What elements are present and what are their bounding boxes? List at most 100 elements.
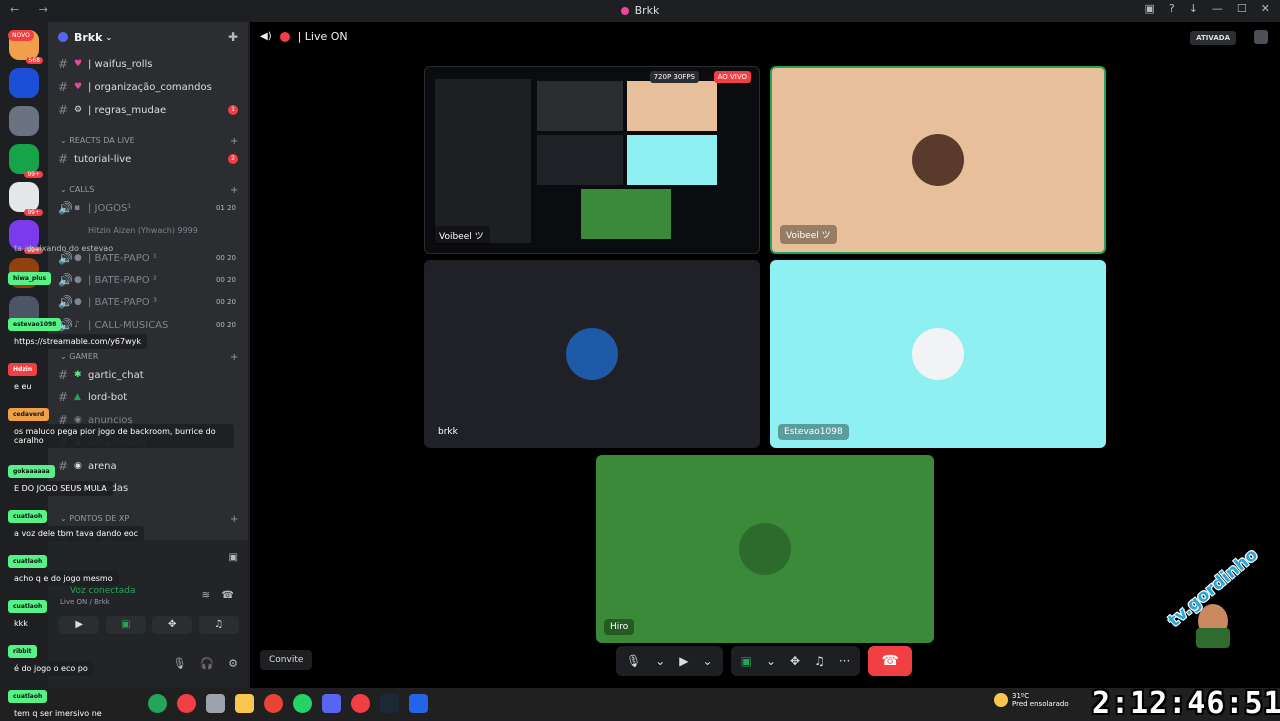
voice-status[interactable]: Voz conectada bbox=[70, 586, 135, 596]
stream-quality-badge: 720P 30FPS bbox=[649, 71, 699, 83]
category-pontos-xp[interactable]: ⌄ PONTOS DE XP + bbox=[60, 514, 238, 525]
channel-tutorial-live[interactable]: # tutorial-live 2 bbox=[58, 149, 244, 169]
stream-preview bbox=[537, 135, 623, 185]
voice-channel-bate-papo-1[interactable]: 🔊 ● | BATE-PAPO ¹ 00 20 bbox=[58, 248, 244, 268]
add-member-icon[interactable]: ✚ bbox=[228, 30, 238, 44]
category-reacts[interactable]: ⌄ REACTS DA LIVE + bbox=[60, 136, 238, 147]
voice-channel-bate-papo-2[interactable]: 🔊 ● | BATE-PAPO ² 00 20 bbox=[58, 270, 244, 290]
discord-icon[interactable] bbox=[322, 694, 341, 713]
invite-button[interactable]: Convite bbox=[260, 650, 313, 670]
participant-tile[interactable]: Hiro bbox=[596, 455, 934, 643]
activities-button[interactable]: ✥ bbox=[152, 616, 193, 634]
channel-dreamteam[interactable]: # ◉ dreamteam bbox=[58, 433, 244, 453]
gear-icon: ⚙ bbox=[74, 105, 83, 115]
add-channel-icon[interactable]: + bbox=[230, 352, 238, 363]
app-icon[interactable] bbox=[177, 694, 196, 713]
stream-preview bbox=[627, 81, 717, 131]
server-header[interactable]: Brkk ⌄ ✚ bbox=[48, 22, 248, 52]
participant-tile[interactable]: Voibeel ツ bbox=[770, 66, 1106, 254]
activity-status-badge[interactable]: ATIVADA bbox=[1190, 31, 1236, 45]
more-icon[interactable]: ··· bbox=[839, 654, 850, 668]
stream-sidebar-preview bbox=[435, 79, 531, 243]
close-icon[interactable]: ✕ bbox=[1261, 2, 1270, 15]
voice-channel-bate-papo-3[interactable]: 🔊 ● | BATE-PAPO ³ 00 20 bbox=[58, 292, 244, 312]
music-icon: ♪ bbox=[74, 320, 80, 330]
settings-gear-icon[interactable]: ⚙ bbox=[228, 657, 238, 670]
participant-tile[interactable]: brkk bbox=[424, 260, 760, 448]
inbox-icon[interactable]: ▣ bbox=[1144, 2, 1154, 15]
server-icon[interactable]: 99+ bbox=[9, 144, 43, 178]
folder-icon[interactable] bbox=[235, 694, 254, 713]
disconnect-icon[interactable]: ☎ bbox=[222, 590, 234, 601]
screen-share-button[interactable]: ▣ bbox=[105, 616, 146, 634]
server-icon[interactable]: 99+ bbox=[9, 182, 43, 216]
category-calls[interactable]: ⌄ CALLS + bbox=[60, 185, 238, 196]
unread-badge: 2 bbox=[228, 154, 238, 164]
add-channel-icon[interactable]: + bbox=[230, 136, 238, 147]
channel-waifus-rolls[interactable]: # ♥ | waifus_rolls bbox=[58, 54, 244, 74]
channel-arena[interactable]: # ◉ arena bbox=[58, 456, 244, 476]
channel-regras-mudae[interactable]: # ⚙ | regras_mudae 1 bbox=[58, 100, 244, 120]
channel-organizacao-comandos[interactable]: # ♥ | organização_comandos bbox=[58, 77, 244, 97]
steam-icon[interactable] bbox=[380, 694, 399, 713]
user-controls: 🎙 🎧 ⚙ bbox=[172, 657, 238, 670]
help-icon[interactable]: ? bbox=[1169, 2, 1175, 15]
live-badge: AO VIVO bbox=[713, 71, 751, 83]
app-icon[interactable] bbox=[409, 694, 428, 713]
server-icon[interactable] bbox=[9, 106, 39, 136]
channel-lord-bot[interactable]: # ▲ lord-bot bbox=[58, 387, 244, 407]
speaker-icon: 🔊 bbox=[58, 251, 73, 265]
voice-channel-musicas[interactable]: 🔊 ♪ | CALL-MUSICAS 00 20 bbox=[58, 315, 244, 335]
stream-preview-icon[interactable]: ▣ bbox=[229, 552, 238, 563]
stream-tile[interactable]: 720P 30FPS AO VIVO Voibeel ツ bbox=[424, 66, 760, 254]
hash-icon: # bbox=[58, 80, 69, 94]
server-icon[interactable]: 99+ bbox=[9, 220, 43, 254]
add-channel-icon[interactable]: + bbox=[230, 185, 238, 196]
stage-title: | Live ON bbox=[297, 30, 348, 43]
noise-suppression-icon[interactable]: ≋ bbox=[202, 590, 210, 601]
soundboard-icon[interactable]: ♫ bbox=[814, 654, 825, 668]
voice-channel-jogos[interactable]: 🔊 ▪ | JOGOS¹ 01 20 bbox=[58, 198, 244, 218]
maximize-icon[interactable]: ☐ bbox=[1237, 2, 1247, 15]
app-icon[interactable] bbox=[351, 694, 370, 713]
participant-tile[interactable]: Estevao1098 bbox=[770, 260, 1106, 448]
popout-icon[interactable] bbox=[1254, 30, 1268, 44]
download-icon[interactable]: ↓ bbox=[1189, 2, 1198, 15]
weather-widget[interactable]: 31ºC Pred ensolarado bbox=[994, 692, 1069, 708]
app-icon[interactable] bbox=[206, 694, 225, 713]
activities-icon[interactable]: ✥ bbox=[790, 654, 800, 668]
server-icon[interactable] bbox=[9, 68, 39, 98]
channel-anuncios[interactable]: # ◉ anuncios bbox=[58, 410, 244, 430]
stage-header: ◀) | Live ON bbox=[260, 30, 348, 43]
camera-button[interactable]: ▶ bbox=[59, 616, 100, 634]
mic-icon[interactable]: 🎙 bbox=[626, 654, 641, 668]
app-icon[interactable] bbox=[148, 694, 167, 713]
chevron-down-icon[interactable]: ⌄ bbox=[655, 654, 665, 668]
stream-preview bbox=[581, 189, 671, 239]
camera-off-icon[interactable]: ▶ bbox=[679, 654, 688, 668]
server-icon[interactable] bbox=[9, 296, 39, 326]
soundboard-button[interactable]: ♫ bbox=[198, 616, 239, 634]
chrome-icon[interactable] bbox=[264, 694, 283, 713]
avatar bbox=[739, 523, 791, 575]
voice-member[interactable]: Hitzin Aizen (Yhwach) 9999 bbox=[88, 220, 238, 240]
whatsapp-icon[interactable] bbox=[293, 694, 312, 713]
add-channel-icon[interactable]: + bbox=[230, 514, 238, 525]
channel-gartic-chat[interactable]: # ✱ gartic_chat bbox=[58, 365, 244, 385]
chevron-down-icon[interactable]: ⌄ bbox=[766, 654, 776, 668]
server-icon[interactable] bbox=[9, 258, 39, 288]
headphones-icon[interactable]: 🎧 bbox=[200, 657, 214, 670]
chevron-down-icon[interactable]: ⌄ bbox=[703, 654, 713, 668]
disconnect-button[interactable]: ☎ bbox=[868, 646, 913, 676]
bot-icon: ▲ bbox=[74, 392, 81, 402]
megaphone-icon: ◉ bbox=[74, 415, 82, 425]
voice-stage: ◀) | Live ON ATIVADA 720P 30FPS AO VIVO … bbox=[250, 22, 1280, 688]
screen-share-icon[interactable]: ▣ bbox=[741, 654, 752, 668]
voice-user-panel: ▣ Voz conectada Live ON / Brkk ≋ ☎ ▶ ▣ ✥… bbox=[48, 540, 248, 688]
hash-icon: # bbox=[58, 413, 69, 427]
category-gamer[interactable]: ⌄ GAMER + bbox=[60, 352, 238, 363]
voice-location[interactable]: Live ON / Brkk bbox=[60, 598, 110, 606]
mic-icon[interactable]: 🎙 bbox=[172, 657, 186, 670]
minimize-icon[interactable]: — bbox=[1212, 2, 1223, 15]
channel-mitadas[interactable]: # ◉ mitadas bbox=[58, 478, 244, 498]
